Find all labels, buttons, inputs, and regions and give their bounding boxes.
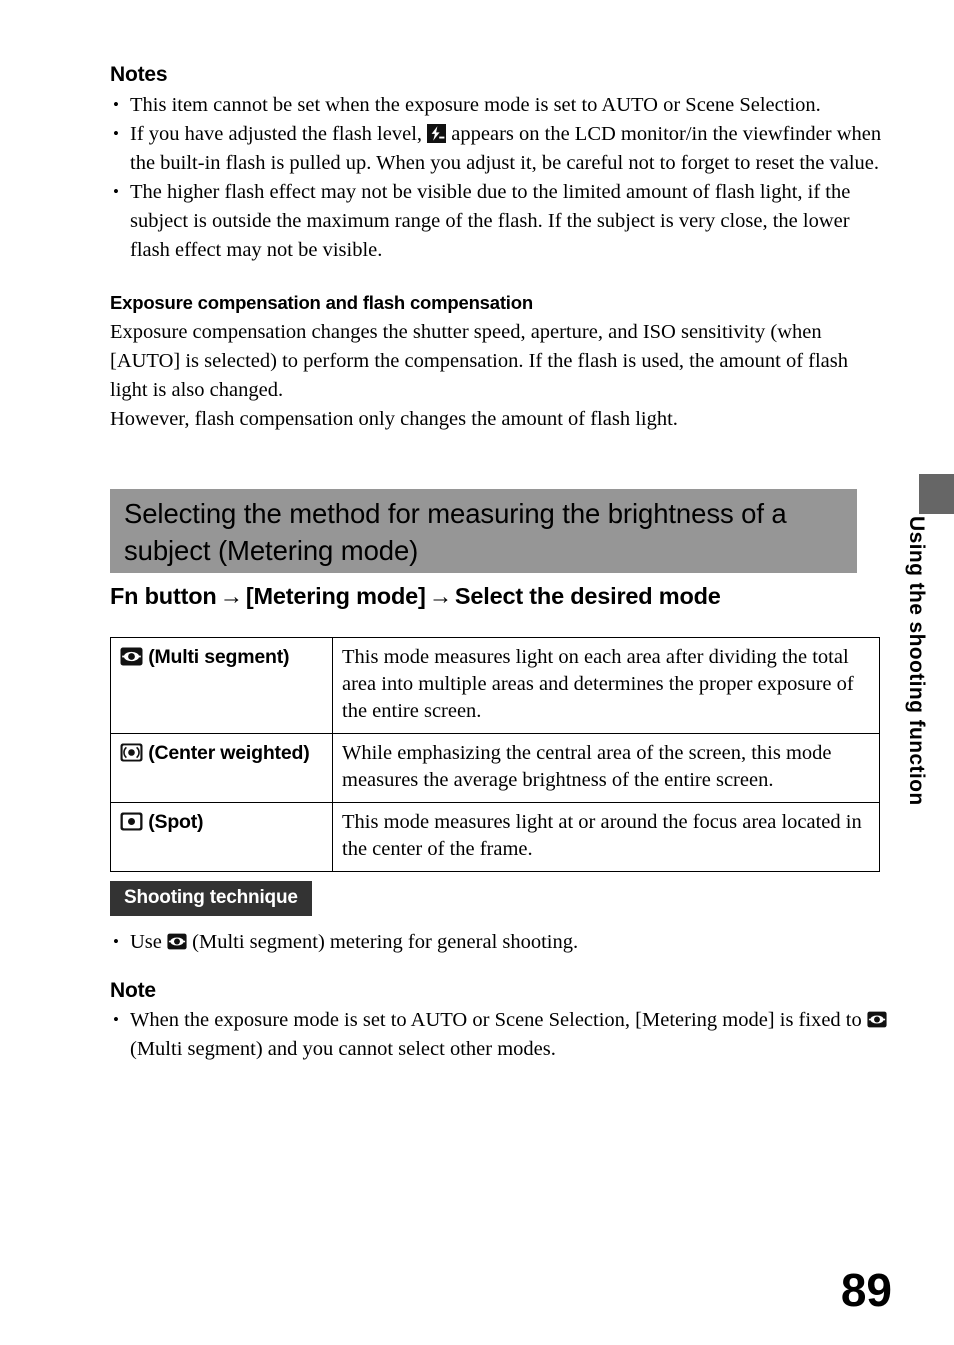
metering-row-3-label: (Spot): [148, 811, 204, 833]
table-row: (Center weighted) While emphasizing the …: [110, 733, 880, 803]
note-bullet-list: When the exposure mode is set to AUTO or…: [110, 1005, 890, 1064]
note-bullet-1-text: This item cannot be set when the exposur…: [130, 94, 821, 116]
notes-bullet-list: This item cannot be set when the exposur…: [110, 90, 882, 265]
note-bullet-2-text-pre: If you have adjusted the flash level,: [130, 123, 423, 145]
shooting-technique-bullet: Use (Multi segment) metering for general…: [110, 927, 890, 957]
note-text-post: (Multi segment) and you cannot select ot…: [130, 1038, 556, 1060]
procedure-step-2: [Metering mode]: [245, 583, 426, 609]
exposure-paragraph-1: Exposure compensation changes the shutte…: [110, 321, 848, 401]
chapter-tab-label: Using the shooting function: [905, 516, 928, 806]
note-bullet-2: If you have adjusted the flash level, ap…: [110, 119, 882, 178]
metering-row-3-description: This mode measures light at or around th…: [342, 811, 862, 860]
multi-segment-metering-icon: [167, 933, 187, 950]
multi-segment-metering-icon: [120, 647, 143, 666]
metering-row-1-label: (Multi segment): [148, 646, 290, 668]
procedure-line: Fn button → [Metering mode] → Select the des…: [110, 581, 890, 612]
table-row: (Spot) This mode measures light at or ar…: [110, 802, 880, 872]
metering-row-3-description-cell: This mode measures light at or around th…: [332, 802, 880, 872]
center-weighted-metering-icon: [120, 743, 143, 762]
procedure-arrow-1-icon: →: [219, 584, 244, 610]
shooting-technique-badge: Shooting technique: [110, 881, 312, 916]
note-bullet-3: The higher flash effect may not be visib…: [110, 177, 882, 265]
exposure-compensation-heading: Exposure compensation and flash compensa…: [110, 292, 533, 313]
table-row: (Multi segment) This mode measures light…: [110, 637, 880, 734]
metering-row-2-description: While emphasizing the central area of th…: [342, 742, 832, 791]
note-bullet-3-text: The higher flash effect may not be visib…: [130, 181, 851, 261]
metering-row-2-description-cell: While emphasizing the central area of th…: [332, 733, 880, 803]
metering-row-1-description-cell: This mode measures light on each area af…: [332, 637, 880, 734]
procedure-arrow-2-icon: →: [428, 584, 453, 610]
section-banner-title: Selecting the method for measuring the b…: [124, 498, 787, 566]
shooting-technique-list: Use (Multi segment) metering for general…: [110, 927, 890, 957]
note-bullet-1: This item cannot be set when the exposur…: [110, 90, 882, 120]
note-bullet: When the exposure mode is set to AUTO or…: [110, 1005, 890, 1064]
metering-row-2-label-cell: (Center weighted): [110, 733, 333, 803]
metering-mode-table: (Multi segment) This mode measures light…: [110, 637, 880, 872]
notes-heading: Notes: [110, 63, 168, 86]
metering-row-1-description: This mode measures light on each area af…: [342, 646, 854, 722]
note-text-pre: When the exposure mode is set to AUTO or…: [130, 1009, 862, 1031]
procedure-step-3: Select the desired mode: [454, 583, 721, 609]
multi-segment-metering-icon: [867, 1011, 887, 1028]
shooting-technique-text-pre: Use: [130, 931, 162, 953]
procedure-step-1: Fn button: [110, 583, 217, 609]
chapter-tab-marker: [919, 474, 954, 514]
note-section: Note When the exposure mode is set to AU…: [110, 978, 890, 1064]
manual-page: Notes This item cannot be set when the e…: [0, 0, 954, 1345]
metering-row-1-label-cell: (Multi segment): [110, 637, 333, 734]
note-heading: Note: [110, 979, 156, 1002]
exposure-paragraph-2: However, flash compensation only changes…: [110, 408, 678, 430]
flash-compensation-icon: [427, 124, 447, 143]
spot-metering-icon: [120, 812, 143, 831]
metering-row-2-label: (Center weighted): [148, 742, 310, 764]
page-number: 89: [840, 1264, 892, 1316]
section-banner: Selecting the method for measuring the b…: [110, 489, 857, 573]
metering-row-3-label-cell: (Spot): [110, 802, 333, 872]
shooting-technique-text-post: (Multi segment) metering for general sho…: [192, 931, 579, 953]
notes-section: Notes This item cannot be set when the e…: [110, 62, 882, 434]
